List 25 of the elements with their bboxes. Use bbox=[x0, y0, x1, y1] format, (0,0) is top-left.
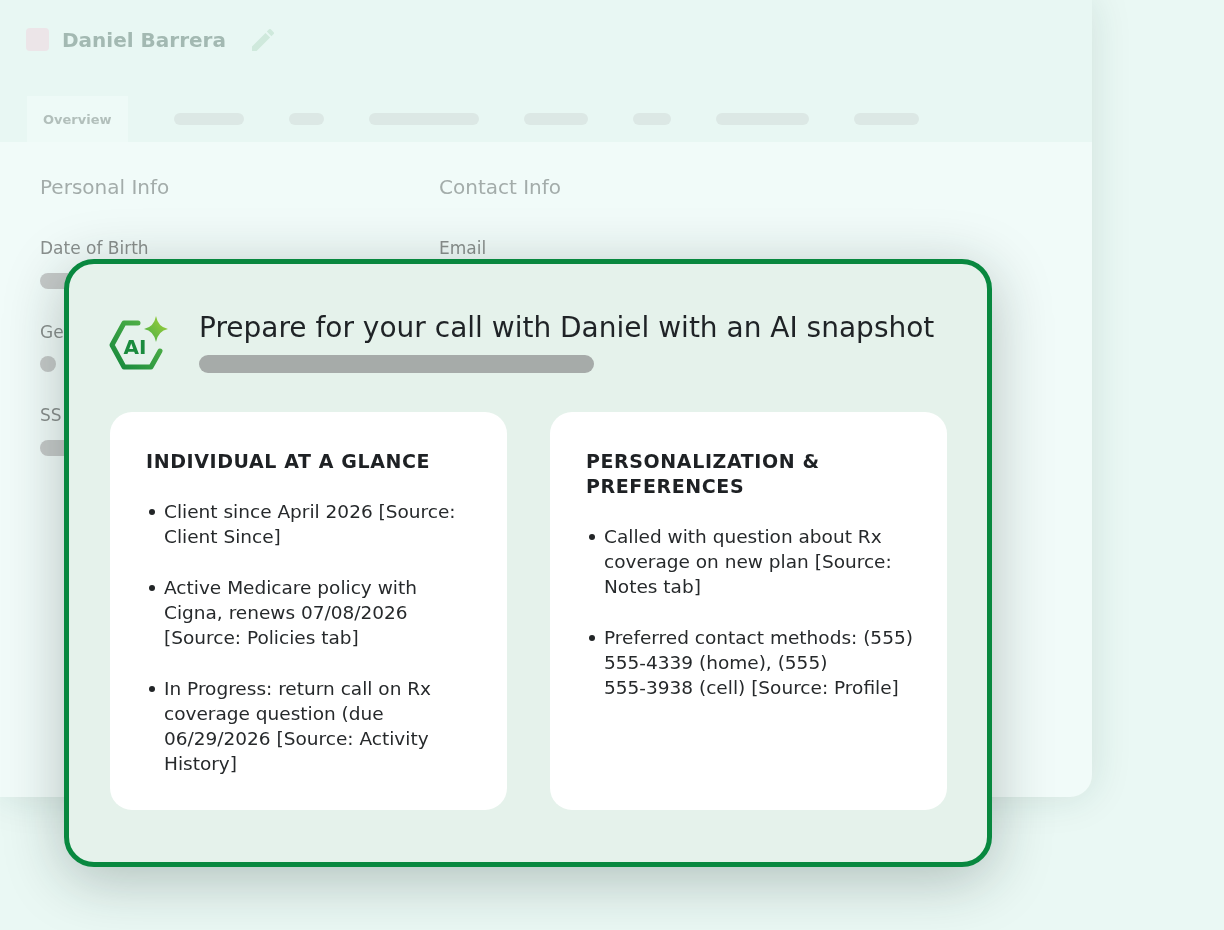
summary-item: Preferred contact methods: (555) 555-4339 (home), (555) 555-3938 (cell) [Source: Profile] bbox=[604, 626, 914, 700]
value-placeholder bbox=[40, 273, 68, 289]
panel-title: Prepare for your call with Daniel with an AI snapshot bbox=[199, 311, 935, 345]
value-placeholder bbox=[40, 356, 56, 372]
field-label: Ge bbox=[40, 321, 64, 343]
section-title: Contact Info bbox=[439, 175, 562, 199]
bullet-icon bbox=[149, 509, 155, 515]
summary-item: Client since April 2026 [Source: Client Since] bbox=[164, 500, 457, 549]
bullet-icon bbox=[149, 585, 155, 591]
bullet-icon bbox=[589, 635, 595, 641]
card-heading: PERSONALIZATION & PREFERENCES bbox=[586, 449, 821, 499]
card-heading: INDIVIDUAL AT A GLANCE bbox=[146, 449, 432, 474]
pencil-icon[interactable] bbox=[251, 28, 274, 51]
ai-logo: AI bbox=[108, 315, 170, 373]
summary-item: Active Medicare policy with Cigna, renews 07/08/2026 [Source: Policies tab] bbox=[164, 576, 418, 650]
bullet-icon bbox=[589, 534, 595, 540]
summary-item: Called with question about Rx coverage on new plan [Source: Notes tab] bbox=[604, 525, 893, 599]
bullet-icon bbox=[149, 686, 155, 692]
summary-item: In Progress: return call on Rx coverage question (due 06/29/2026 [Source: Activity History] bbox=[164, 677, 433, 776]
field-label: Date of Birth bbox=[40, 237, 149, 259]
field-label: SS bbox=[40, 404, 62, 426]
field-label: Email bbox=[439, 237, 487, 259]
tab[interactable]: Overview bbox=[27, 96, 128, 142]
client-name: Daniel Barrera bbox=[62, 27, 226, 52]
section-title: Personal Info bbox=[40, 175, 170, 199]
